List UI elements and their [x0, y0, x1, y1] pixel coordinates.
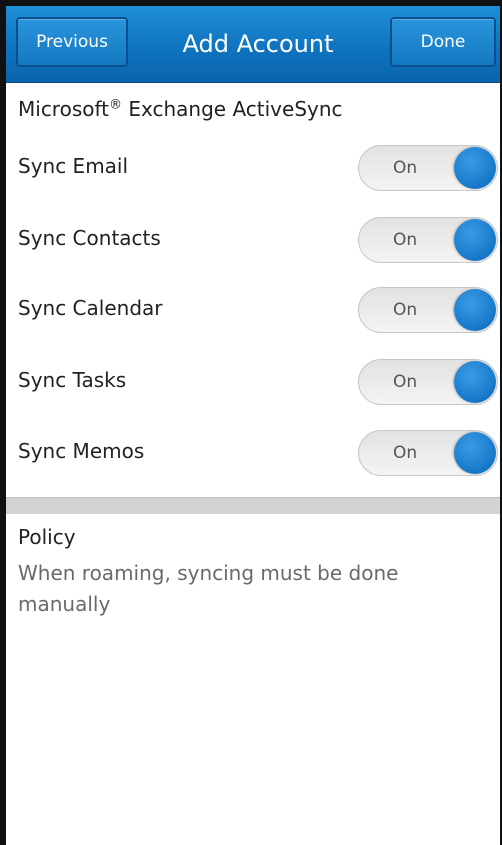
previous-button[interactable]: Previous — [16, 17, 128, 67]
toggle-state-text: On — [393, 158, 418, 178]
device-screen: Previous Add Account Done Microsoft® Exc… — [0, 0, 502, 845]
sync-tasks-row: Sync Tasks On — [6, 345, 500, 415]
page-title: Add Account — [182, 30, 334, 58]
sync-calendar-row: Sync Calendar On — [6, 273, 500, 343]
toggle-state-text: On — [393, 372, 418, 392]
toggle-knob[interactable] — [454, 432, 496, 474]
toggle-state-text: On — [393, 300, 418, 320]
toggle-knob[interactable] — [454, 289, 496, 331]
policy-text: When roaming, syncing must be done manua… — [18, 561, 399, 616]
sync-contacts-label: Sync Contacts — [18, 226, 161, 250]
toggle-state-text: On — [393, 443, 418, 463]
registered-mark: ® — [109, 97, 123, 113]
sync-email-row: Sync Email On — [6, 131, 500, 201]
sync-calendar-label: Sync Calendar — [18, 296, 163, 320]
sync-contacts-toggle[interactable]: On — [358, 217, 498, 263]
sync-calendar-toggle[interactable]: On — [358, 287, 498, 333]
sync-memos-row: Sync Memos On — [6, 416, 500, 486]
account-type-heading: Microsoft® Exchange ActiveSync — [18, 97, 343, 121]
account-settings-content: Microsoft® Exchange ActiveSync Sync Emai… — [6, 83, 500, 845]
sync-tasks-toggle[interactable]: On — [358, 359, 498, 405]
toggle-state-text: On — [393, 230, 418, 250]
toggle-knob[interactable] — [454, 361, 496, 403]
section-divider — [6, 497, 500, 514]
sync-tasks-label: Sync Tasks — [18, 368, 127, 392]
sync-memos-label: Sync Memos — [18, 439, 145, 463]
sync-email-label: Sync Email — [18, 154, 129, 178]
sync-memos-toggle[interactable]: On — [358, 430, 498, 476]
title-bar: Previous Add Account Done — [6, 6, 500, 83]
toggle-knob[interactable] — [454, 219, 496, 261]
account-type-suffix: Exchange ActiveSync — [122, 97, 343, 121]
account-type-name: Microsoft — [18, 97, 110, 121]
policy-title: Policy — [18, 525, 76, 549]
sync-contacts-row: Sync Contacts On — [6, 203, 500, 273]
done-button[interactable]: Done — [390, 17, 496, 67]
toggle-knob[interactable] — [454, 147, 496, 189]
sync-email-toggle[interactable]: On — [358, 145, 498, 191]
